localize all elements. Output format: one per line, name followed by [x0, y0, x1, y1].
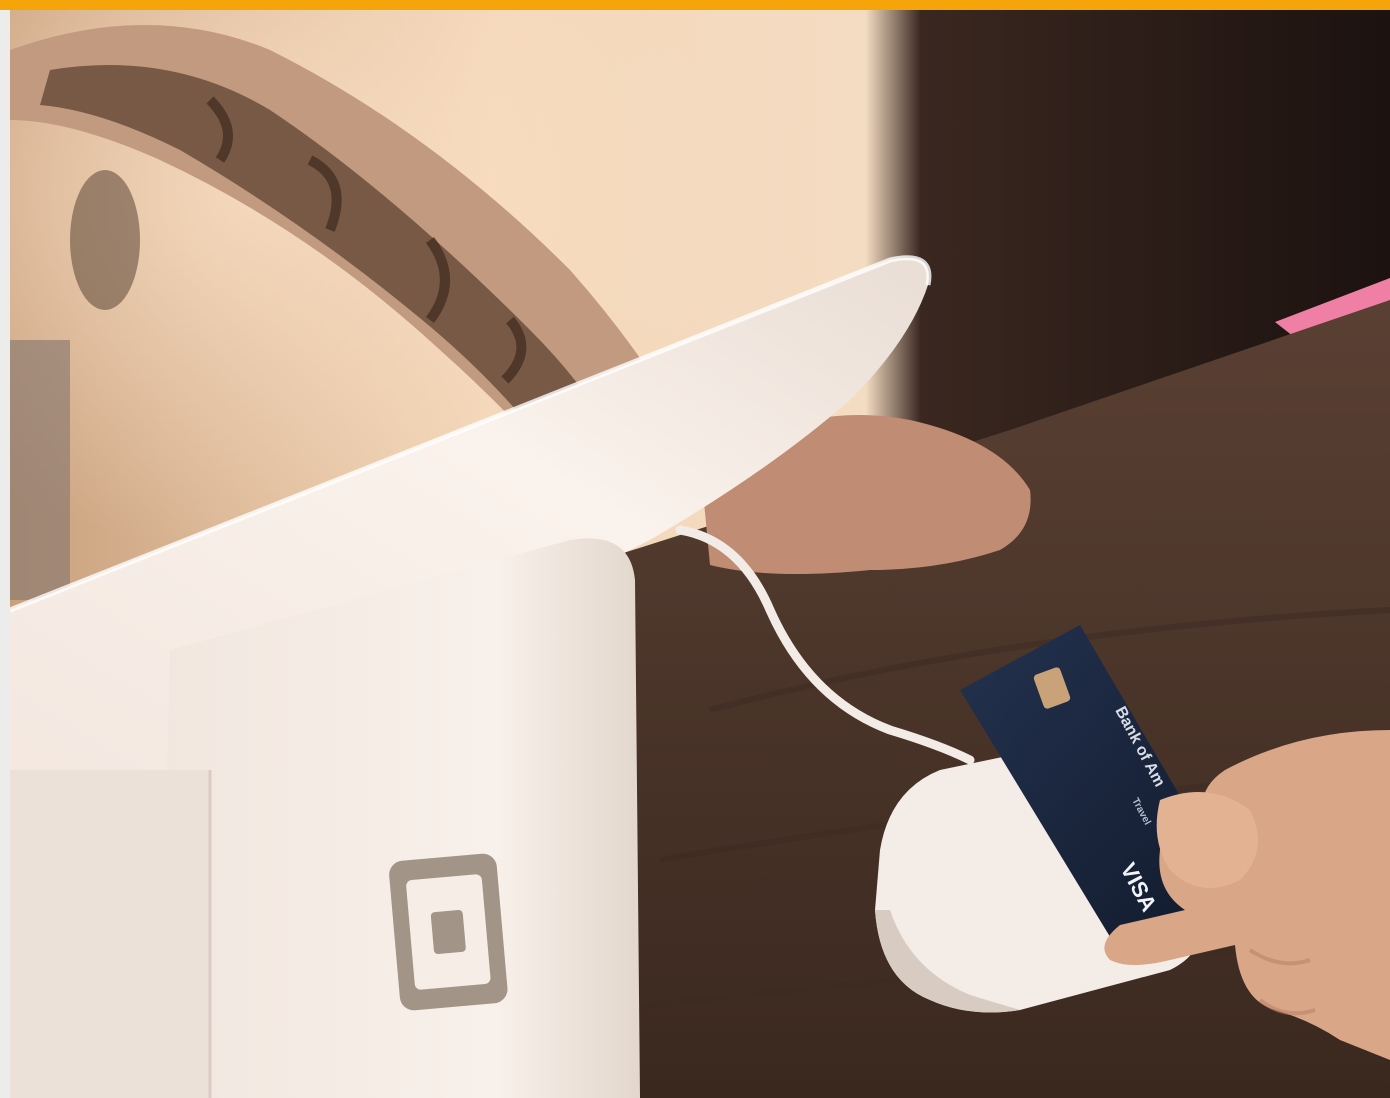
photo-pos-terminal-card-payment: Bank of Am Travel VISA: [10, 10, 1390, 1098]
blurred-object-left: [70, 170, 140, 310]
blurred-shelf-left: [10, 340, 70, 600]
square-logo-icon: [389, 853, 508, 1011]
stand-left-face: [10, 770, 210, 1098]
image-frame: Bank of Am Travel VISA: [0, 0, 1390, 1098]
top-accent-bar: [0, 0, 1390, 10]
